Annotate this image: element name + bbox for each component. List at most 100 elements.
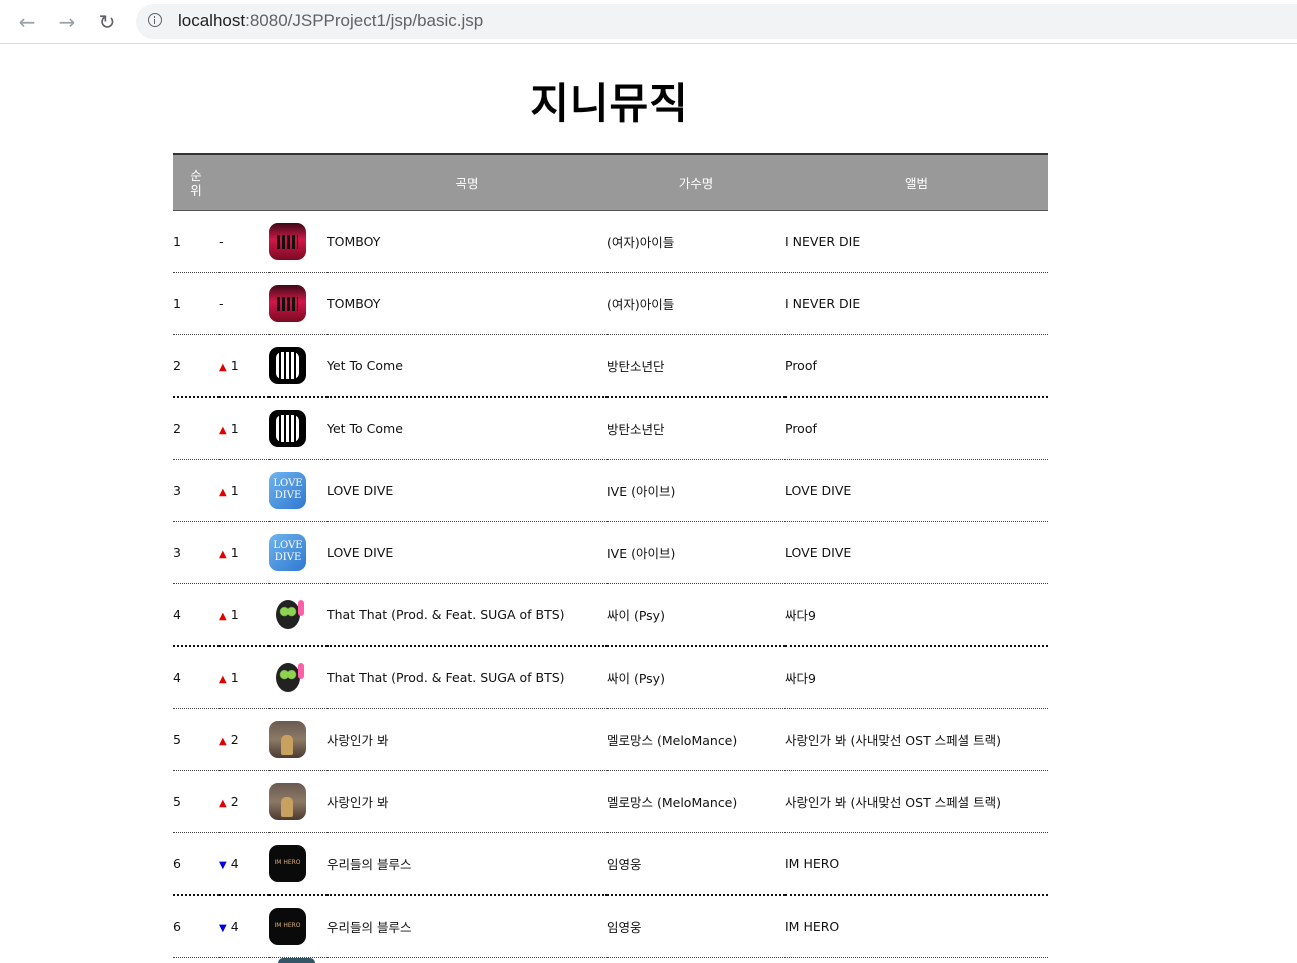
rank-cell: 2 xyxy=(173,421,181,436)
rank-cell: 1 xyxy=(173,296,181,311)
cover-cell xyxy=(269,273,327,335)
artist-cell: IVE (아이브) xyxy=(607,546,676,561)
rank-up-icon: ▲ xyxy=(219,611,227,622)
rank-up-icon: ▲ xyxy=(219,736,227,747)
album-cell: Proof xyxy=(785,421,817,436)
rank-change-cell: ▼ 4 xyxy=(219,833,269,896)
header-change xyxy=(219,154,269,211)
cover-cell xyxy=(269,771,327,833)
table-row: 2 ▲ 1 Yet To Come 방탄소년단 Proof xyxy=(173,335,1048,398)
artist-cell: 싸이 (Psy) xyxy=(607,671,665,686)
song-title-cell: TOMBOY xyxy=(327,296,381,311)
album-cell: 싸다9 xyxy=(785,608,816,623)
artist-cell: (여자)아이들 xyxy=(607,297,675,312)
url-text[interactable]: localhost:8080/JSPProject1/jsp/basic.jsp xyxy=(178,11,483,31)
rank-cell: 4 xyxy=(173,670,181,685)
rank-change-cell: ▲ 1 xyxy=(219,584,269,647)
song-title-cell: 사랑인가 봐 xyxy=(327,733,389,748)
artist-cell: 멜로망스 (MeloMance) xyxy=(607,733,738,748)
rank-change-value: 1 xyxy=(230,607,239,622)
rank-change-value: 1 xyxy=(230,421,239,436)
rank-change-cell: - xyxy=(219,273,269,335)
table-row: 6 ▼4 우리들의 블루스 임영웅 IM HERO xyxy=(173,833,1048,896)
rank-change-cell: ▲ 1 xyxy=(219,335,269,398)
cover-cell xyxy=(269,335,327,398)
music-chart-table: 순 위 곡명 가수명 앨범 1 - TOMBOY (여자)아이들 I NEVER DIE… xyxy=(173,153,1048,958)
rank-cell: 5 xyxy=(173,794,181,809)
rank-up-icon: ▲ xyxy=(219,362,227,373)
rank-down-icon: ▼ xyxy=(219,860,227,871)
header-cover xyxy=(269,154,327,211)
header-rank-line2: 위 xyxy=(190,182,202,198)
cover-cell xyxy=(269,895,327,958)
cover-cell xyxy=(269,833,327,896)
album-cover-image xyxy=(269,472,306,509)
table-row: 5 ▲ 2 사랑인가 봐 멜로망스 (MeloMance) 사랑인가 봐 (사내맞선 OS… xyxy=(173,771,1048,833)
album-cell: LOVE DIVE xyxy=(785,483,852,498)
rank-change-cell: ▲ 1 xyxy=(219,397,269,460)
album-cell: I NEVER DIE xyxy=(785,234,861,249)
rank-cell: 3 xyxy=(173,483,181,498)
rank-change-cell: ▲ 2 xyxy=(219,709,269,771)
table-row: 3 ▲1 LOVE DIVE IVE (아이브) LOVE DIVE xyxy=(173,522,1048,584)
song-title-cell: LOVE DIVE xyxy=(327,483,394,498)
rank-up-icon: ▲ xyxy=(219,798,227,809)
table-header-row: 순 위 곡명 가수명 앨범 xyxy=(173,154,1048,211)
address-bar[interactable]: localhost:8080/JSPProject1/jsp/basic.jsp xyxy=(136,4,1297,39)
album-cover-image xyxy=(269,908,306,945)
url-host: localhost xyxy=(178,11,246,30)
header-title: 곡명 xyxy=(327,154,607,211)
artist-cell: 싸이 (Psy) xyxy=(607,608,665,623)
url-path: :8080/JSPProject1/jsp/basic.jsp xyxy=(245,11,484,30)
artist-cell: 방탄소년단 xyxy=(607,422,665,437)
rank-change-value: 4 xyxy=(230,856,239,871)
artist-cell: 임영웅 xyxy=(607,857,642,872)
album-cell: I NEVER DIE xyxy=(785,296,861,311)
album-cover-image xyxy=(269,596,306,633)
table-body: 1 - TOMBOY (여자)아이들 I NEVER DIE 1 - TOMBOY (여자)아이… xyxy=(173,211,1048,958)
table-row: 6 ▼4 우리들의 블루스 임영웅 IM HERO xyxy=(173,895,1048,958)
rank-change-value: - xyxy=(219,234,224,249)
forward-arrow-icon[interactable]: → xyxy=(55,10,79,34)
rank-change-cell: ▲ 1 xyxy=(219,522,269,584)
table-row: 4 ▲ 1 That That (Prod. & Feat. SUGA of BTS)… xyxy=(173,584,1048,647)
table-row: 4 ▲ 1 That That (Prod. & Feat. SUGA of BTS)… xyxy=(173,646,1048,709)
artist-cell: 방탄소년단 xyxy=(607,359,665,374)
back-arrow-icon[interactable]: ← xyxy=(15,10,39,34)
rank-cell: 5 xyxy=(173,732,181,747)
cover-cell xyxy=(269,709,327,771)
album-cover-image xyxy=(269,721,306,758)
rank-change-cell: ▲ 2 xyxy=(219,771,269,833)
album-cell: Proof xyxy=(785,358,817,373)
album-cell: LOVE DIVE xyxy=(785,545,852,560)
song-title-cell: Yet To Come xyxy=(327,358,403,373)
table-row: 3 ▲1 LOVE DIVE IVE (아이브) LOVE DIVE xyxy=(173,460,1048,522)
table-row: 1 - TOMBOY (여자)아이들 I NEVER DIE xyxy=(173,273,1048,335)
album-cover-image xyxy=(269,347,306,384)
rank-change-value: - xyxy=(219,296,224,311)
header-album: 앨범 xyxy=(785,154,1048,211)
artist-cell: 멜로망스 (MeloMance) xyxy=(607,795,738,810)
song-title-cell: 우리들의 블루스 xyxy=(327,857,412,872)
table-row: 2 ▲ 1 Yet To Come 방탄소년단 Proof xyxy=(173,397,1048,460)
album-cover-image xyxy=(269,845,306,882)
album-cover-image xyxy=(269,783,306,820)
cover-cell xyxy=(269,584,327,647)
rank-change-value: 2 xyxy=(230,732,239,747)
table-row: 1 - TOMBOY (여자)아이들 I NEVER DIE xyxy=(173,211,1048,273)
album-cell: 사랑인가 봐 (사내맞선 OST 스페셜 트랙) xyxy=(785,795,1002,810)
partial-cover-thumbnail xyxy=(278,958,315,963)
reload-icon[interactable]: ↻ xyxy=(95,10,119,34)
cover-cell xyxy=(269,211,327,273)
song-title-cell: That That (Prod. & Feat. SUGA of BTS) xyxy=(327,670,565,685)
artist-cell: 임영웅 xyxy=(607,920,642,935)
info-icon[interactable] xyxy=(148,13,162,27)
rank-change-value: 1 xyxy=(230,545,239,560)
page-title: 지니뮤직 xyxy=(530,79,689,128)
song-title-cell: That That (Prod. & Feat. SUGA of BTS) xyxy=(327,607,565,622)
album-cell: IM HERO xyxy=(785,919,840,934)
album-cover-image xyxy=(269,223,306,260)
album-cover-image xyxy=(269,410,306,447)
header-rank: 순 위 xyxy=(173,154,219,211)
song-title-cell: 우리들의 블루스 xyxy=(327,920,412,935)
